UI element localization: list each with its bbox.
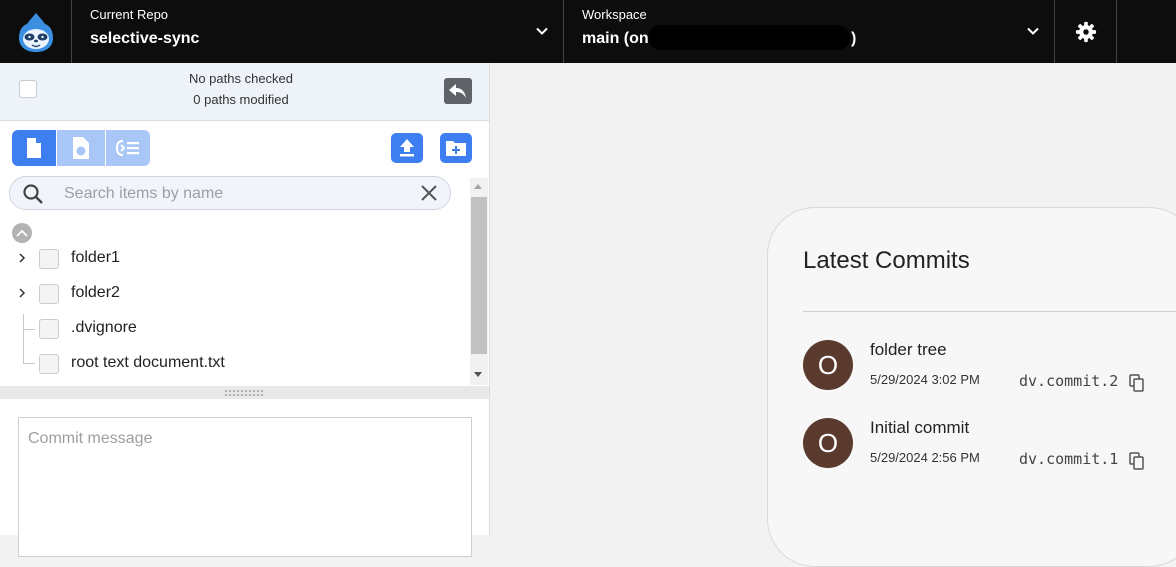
search-input[interactable] [62,180,406,208]
commit-message: Initial commit [870,418,970,437]
chevron-down-icon [1027,27,1039,35]
chevron-up-icon [16,229,28,237]
list-tree-icon [115,139,139,157]
gear-icon [1075,21,1096,42]
repo-name: selective-sync [90,30,200,47]
avatar: O [803,418,853,468]
tree-item-checkbox[interactable] [39,354,59,374]
workspace-value-close: ) [851,30,857,47]
modified-view-button[interactable] [57,130,105,166]
paths-modified-text: 0 paths modified [193,92,289,107]
copy-icon[interactable] [1129,452,1145,470]
tree-item-label: root text document.txt [71,354,225,371]
chevron-right-icon[interactable] [17,287,27,299]
chevron-right-icon[interactable] [17,252,27,264]
copy-icon[interactable] [1129,374,1145,392]
workspace-selector[interactable]: Workspace main (on ) [564,0,1055,63]
commit-id: dv.commit.2 [1019,372,1119,390]
files-view-button[interactable] [12,130,56,166]
tree-item-label: folder2 [71,284,120,301]
tree-item-checkbox[interactable] [39,284,59,304]
redaction-mark [648,25,850,50]
commit-item[interactable]: O folder tree 5/29/2024 3:02 PM dv.commi… [803,340,1176,400]
workspace-value: main (on [582,30,649,47]
revert-button[interactable] [444,78,472,104]
resize-handle[interactable] [0,386,489,399]
repo-label: Current Repo [90,7,169,22]
tree-item-label: folder1 [71,249,120,266]
tree-scrollbar[interactable] [470,178,488,385]
top-bar: Current Repo selective-sync Workspace ma… [0,0,1176,63]
new-folder-button[interactable] [440,133,472,163]
folder-add-icon [446,141,466,156]
commit-date: 5/29/2024 2:56 PM [870,450,980,465]
latest-commits-card: Latest Commits O folder tree 5/29/2024 3… [767,207,1176,567]
commit-message-box [18,417,472,557]
collapse-all-button[interactable] [12,223,32,243]
latest-commits-title: Latest Commits [803,247,970,274]
list-view-button[interactable] [106,130,150,166]
scroll-up-arrow[interactable] [474,184,482,189]
clear-search-icon[interactable] [420,184,438,202]
app-logo[interactable] [0,0,72,63]
sloth-logo-icon [18,12,53,52]
repo-selector[interactable]: Current Repo selective-sync [72,0,564,63]
upload-button[interactable] [391,133,423,163]
paths-checked-text: No paths checked [188,71,294,86]
commit-date: 5/29/2024 3:02 PM [870,372,980,387]
tree-item-folder2[interactable]: folder2 [0,279,466,309]
file-modified-icon [73,137,89,159]
tree-item-checkbox[interactable] [39,249,59,269]
undo-icon [449,84,466,98]
drag-handle-icon [224,389,263,396]
file-icon [27,138,41,158]
card-divider [803,311,1176,312]
tree-item-folder1[interactable]: folder1 [0,244,466,274]
chevron-down-icon [536,27,548,35]
search-icon [23,184,43,204]
search-box [9,176,451,210]
tree-item-checkbox[interactable] [39,319,59,339]
workspace-label: Workspace [582,7,647,22]
scrollbar-thumb[interactable] [471,197,487,354]
commit-message-input[interactable] [19,418,471,556]
tree-item-root-text-document[interactable]: root text document.txt [0,349,466,379]
scroll-down-arrow[interactable] [474,372,482,377]
avatar: O [803,340,853,390]
commit-message: folder tree [870,340,947,359]
tree-item-label: .dvignore [71,319,137,336]
commit-id: dv.commit.1 [1019,450,1119,468]
upload-icon [400,139,414,157]
left-panel: No paths checked 0 paths modified Search… [0,63,490,557]
tree-item-dvignore[interactable]: .dvignore [0,314,466,344]
commit-item[interactable]: O Initial commit 5/29/2024 2:56 PM dv.co… [803,418,1176,478]
settings-button[interactable] [1055,0,1117,63]
changes-summary: No paths checked 0 paths modified [0,63,489,121]
